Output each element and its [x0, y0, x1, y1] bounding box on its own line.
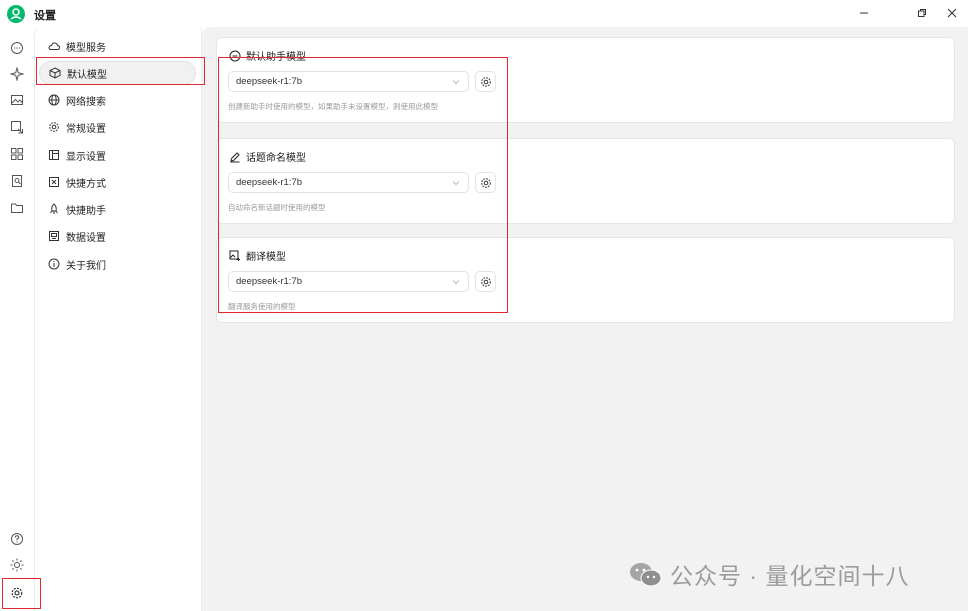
translation-model-card: 翻译模型 deepseek-r1:7b 翻译服务使用的模型: [216, 237, 955, 323]
chat-bubble-icon: [228, 49, 241, 62]
menu-item-web-search[interactable]: 网络搜索: [39, 88, 196, 112]
database-icon: [47, 229, 61, 243]
settings-menu: 模型服务 默认模型 网络搜索 常规设置 显示设置 快捷方式 快捷助手 数据设置 …: [34, 27, 202, 611]
chevron-down-icon: [450, 177, 462, 189]
knowledge-icon[interactable]: [8, 172, 26, 190]
menu-item-quick-assistant[interactable]: 快捷助手: [39, 197, 196, 221]
wechat-icon: [628, 560, 664, 588]
settings-icon[interactable]: [8, 584, 26, 602]
cloud-icon: [47, 39, 61, 53]
chat-icon[interactable]: [8, 39, 26, 57]
menu-item-data-settings[interactable]: 数据设置: [39, 224, 196, 248]
card-hint: 自动命名新话题时使用的模型: [228, 203, 326, 212]
topic-naming-model-card: 话题命名模型 deepseek-r1:7b 自动命名新话题时使用的模型: [216, 138, 955, 224]
gear-icon: [480, 276, 492, 288]
chevron-down-icon: [450, 276, 462, 288]
command-icon: [47, 175, 61, 189]
menu-item-shortcuts[interactable]: 快捷方式: [39, 170, 196, 194]
apps-icon[interactable]: [8, 145, 26, 163]
card-title: 话题命名模型: [246, 153, 306, 164]
card-title: 翻译模型: [246, 252, 286, 263]
model-settings-button[interactable]: [475, 71, 496, 92]
menu-item-display-settings[interactable]: 显示设置: [39, 143, 196, 167]
menu-item-model-service[interactable]: 模型服务: [39, 34, 196, 58]
minimize-icon[interactable]: [856, 5, 872, 21]
model-settings-button[interactable]: [475, 172, 496, 193]
image-icon[interactable]: [8, 91, 26, 109]
watermark-text: 公众号 · 量化空间十八: [670, 563, 910, 589]
gear-icon: [480, 76, 492, 88]
globe-icon: [47, 93, 61, 107]
card-hint: 创建新助手时使用的模型，如果助手未设置模型，则使用此模型: [228, 102, 438, 111]
watermark: 公众号 · 量化空间十八: [628, 557, 909, 591]
cube-icon: [48, 66, 62, 80]
title-bar: 设置: [0, 0, 968, 27]
image-translate-icon: [228, 249, 241, 262]
card-hint: 翻译服务使用的模型: [228, 302, 296, 311]
model-settings-button[interactable]: [475, 271, 496, 292]
app-logo-icon[interactable]: [7, 5, 25, 23]
translate-icon[interactable]: [8, 118, 26, 136]
info-icon: [47, 257, 61, 271]
model-select[interactable]: deepseek-r1:7b: [228, 71, 469, 92]
model-select[interactable]: deepseek-r1:7b: [228, 271, 469, 292]
restore-icon[interactable]: [914, 5, 930, 21]
main-panel: 默认助手模型 deepseek-r1:7b 创建新助手时使用的模型，如果助手未设…: [202, 27, 968, 611]
model-select[interactable]: deepseek-r1:7b: [228, 172, 469, 193]
default-assistant-model-card: 默认助手模型 deepseek-r1:7b 创建新助手时使用的模型，如果助手未设…: [216, 37, 955, 123]
rocket-icon: [47, 202, 61, 216]
menu-item-about-us[interactable]: 关于我们: [39, 252, 196, 276]
gear-icon: [480, 177, 492, 189]
help-icon[interactable]: [8, 530, 26, 548]
window-title: 设置: [34, 10, 56, 22]
close-icon[interactable]: [944, 5, 960, 21]
gear-icon: [47, 120, 61, 134]
card-title: 默认助手模型: [246, 52, 306, 63]
pencil-icon: [228, 150, 241, 163]
menu-item-general-settings[interactable]: 常规设置: [39, 115, 196, 139]
theme-icon[interactable]: [8, 556, 26, 574]
chevron-down-icon: [450, 76, 462, 88]
folder-icon[interactable]: [8, 199, 26, 217]
layout-icon: [47, 148, 61, 162]
icon-rail: [0, 27, 34, 611]
menu-item-default-model[interactable]: 默认模型: [39, 61, 196, 85]
sparkle-icon[interactable]: [8, 65, 26, 83]
